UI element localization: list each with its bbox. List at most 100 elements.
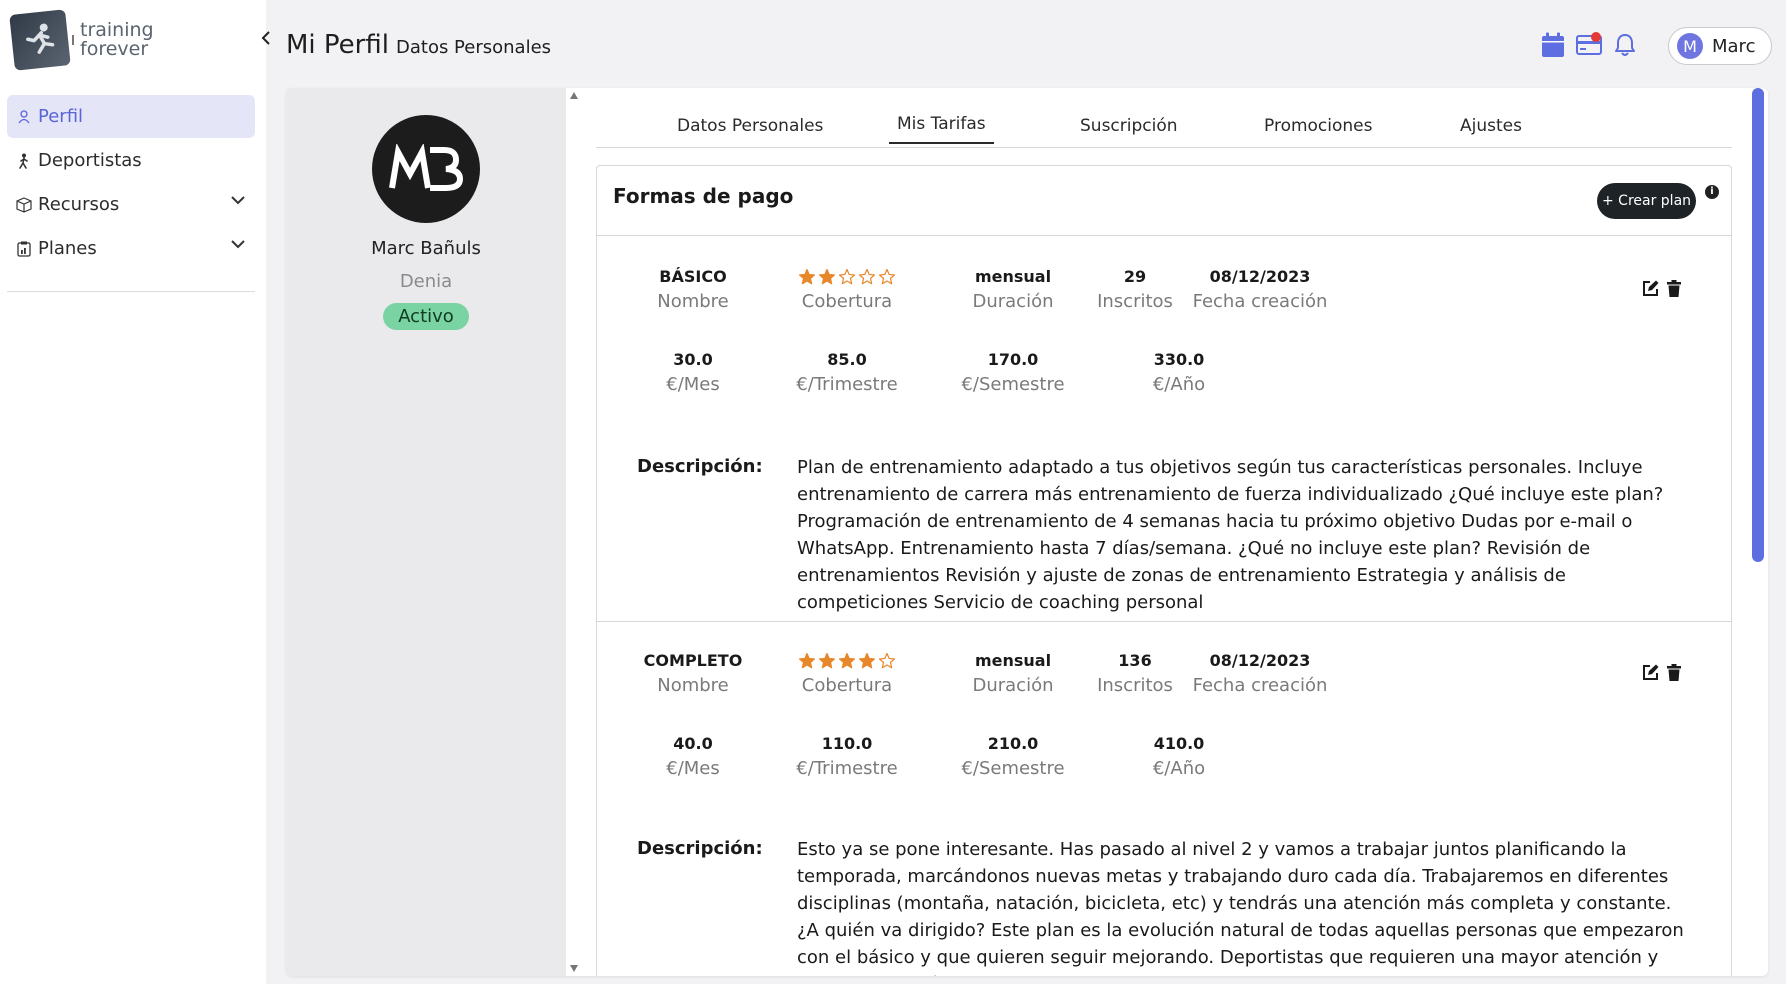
plan-name-label: Nombre: [657, 675, 729, 696]
delete-button[interactable]: [1667, 280, 1681, 297]
plan-actions: [1642, 280, 1681, 297]
tab-datos-personales[interactable]: Datos Personales: [677, 116, 823, 136]
runner-logo-icon: [9, 9, 71, 71]
sidebar-collapse-button[interactable]: [256, 26, 276, 50]
create-plan-button[interactable]: + Crear plan: [1597, 183, 1696, 219]
sidebar-item-recursos[interactable]: Recursos: [7, 183, 255, 226]
price-year-field: 330.0 €/Año: [1089, 349, 1269, 395]
star-filled-icon: [838, 652, 856, 669]
calendar-button[interactable]: [1540, 31, 1566, 59]
brand[interactable]: training forever: [9, 9, 154, 71]
plan-created-label: Fecha creación: [1192, 675, 1328, 696]
price-semester-label: €/Semestre: [961, 374, 1065, 395]
sidebar-item-label: Recursos: [38, 194, 120, 215]
plan-name: COMPLETO: [643, 651, 743, 670]
user-icon: [16, 109, 32, 125]
price-year-label: €/Año: [1152, 758, 1206, 779]
price-quarter: 85.0: [827, 350, 867, 369]
price-semester: 170.0: [987, 350, 1039, 369]
plan-name-field: BÁSICO Nombre: [603, 266, 783, 312]
sidebar-item-planes[interactable]: Planes: [7, 227, 255, 270]
star-rating: [757, 650, 937, 672]
price-month-label: €/Mes: [666, 374, 720, 395]
plan-actions: [1642, 664, 1681, 681]
brand-separator: [72, 35, 74, 45]
content-scrollbar[interactable]: [1746, 88, 1768, 976]
price-month: 30.0: [673, 350, 713, 369]
star-filled-icon: [818, 652, 836, 669]
tab-mis-tarifas[interactable]: Mis Tarifas: [889, 114, 994, 144]
trash-icon: [1667, 664, 1681, 681]
price-month-label: €/Mes: [666, 758, 720, 779]
tab-suscripcion[interactable]: Suscripción: [1080, 116, 1178, 136]
payment-title: Formas de pago: [613, 184, 794, 208]
scroll-up-arrow-icon[interactable]: [570, 92, 578, 99]
price-month-field: 40.0 €/Mes: [603, 733, 783, 779]
price-year-label: €/Año: [1152, 374, 1206, 395]
notification-dot: [1591, 32, 1601, 42]
sidebar-divider: [7, 291, 255, 292]
user-menu-button[interactable]: M Marc: [1668, 27, 1772, 65]
walking-icon: [16, 153, 32, 169]
plan-name-field: COMPLETO Nombre: [603, 650, 783, 696]
mb-logo-icon: [389, 144, 464, 191]
price-quarter-label: €/Trimestre: [796, 374, 898, 395]
tab-ajustes[interactable]: Ajustes: [1460, 116, 1522, 136]
status-badge: Activo: [383, 303, 469, 330]
sidebar-item-label: Deportistas: [38, 150, 142, 171]
plan-created: 08/12/2023: [1209, 267, 1311, 286]
edit-button[interactable]: [1642, 664, 1659, 681]
price-year: 330.0: [1153, 350, 1205, 369]
star-empty-icon: [878, 652, 896, 669]
payments-button[interactable]: [1576, 31, 1602, 59]
plan-name: BÁSICO: [659, 267, 727, 286]
chevron-left-icon: [261, 31, 270, 45]
sidebar-item-deportistas[interactable]: Deportistas: [7, 139, 255, 182]
plan-created-field: 08/12/2023 Fecha creación: [1180, 266, 1340, 312]
bell-icon: [1615, 34, 1635, 56]
info-icon[interactable]: i: [1705, 185, 1719, 199]
clipboard-icon: [16, 241, 32, 257]
scroll-down-arrow-icon[interactable]: [570, 965, 578, 972]
plan-card: COMPLETO Nombre Cobertura mensual Duraci…: [597, 621, 1731, 976]
sidebar-nav: Perfil Deportistas Recursos Planes: [7, 95, 255, 271]
plan-description: Esto ya se pone interesante. Has pasado …: [797, 839, 1684, 976]
price-semester-label: €/Semestre: [961, 758, 1065, 779]
delete-button[interactable]: [1667, 664, 1681, 681]
profile-card: Marc Bañuls Denia Activo Datos Personale…: [286, 88, 1768, 976]
header-actions: [1540, 31, 1638, 59]
chevron-down-icon: [231, 240, 245, 249]
sidebar-item-label: Perfil: [38, 106, 84, 127]
chevron-down-icon: [231, 196, 245, 205]
plan-coverage-label: Cobertura: [801, 291, 893, 312]
edit-icon: [1643, 280, 1659, 296]
avatar: M: [1677, 33, 1703, 59]
edit-button[interactable]: [1642, 280, 1659, 297]
star-empty-icon: [838, 268, 856, 285]
trash-icon: [1667, 280, 1681, 297]
plan-description: Plan de entrenamiento adaptado a tus obj…: [797, 457, 1664, 613]
price-quarter-label: €/Trimestre: [796, 758, 898, 779]
plan-coverage-label: Cobertura: [801, 675, 893, 696]
description-label: Descripción:: [637, 456, 763, 477]
star-filled-icon: [798, 652, 816, 669]
price-quarter: 110.0: [821, 734, 873, 753]
plan-coverage-field: Cobertura: [757, 266, 937, 312]
tab-promociones[interactable]: Promociones: [1264, 116, 1373, 136]
sidebar-item-perfil[interactable]: Perfil: [7, 95, 255, 138]
plan-created-label: Fecha creación: [1192, 291, 1328, 312]
price-semester-field: 210.0 €/Semestre: [923, 733, 1103, 779]
price-year: 410.0: [1153, 734, 1205, 753]
plan-name-label: Nombre: [657, 291, 729, 312]
profile-avatar: [372, 115, 480, 223]
payment-methods-panel: Formas de pago + Crear plan i BÁSICO Nom…: [596, 165, 1732, 976]
left-scrollbar[interactable]: [567, 88, 581, 976]
profile-name: Marc Bañuls: [371, 238, 481, 259]
price-month: 40.0: [673, 734, 713, 753]
sidebar: training forever Perfil Deportistas Recu…: [0, 0, 270, 984]
notifications-button[interactable]: [1612, 31, 1638, 59]
sidebar-item-label: Planes: [38, 238, 97, 259]
scrollbar-thumb[interactable]: [1752, 88, 1764, 562]
price-month-field: 30.0 €/Mes: [603, 349, 783, 395]
profile-tabs: Datos Personales Mis Tarifas Suscripción…: [596, 88, 1732, 148]
